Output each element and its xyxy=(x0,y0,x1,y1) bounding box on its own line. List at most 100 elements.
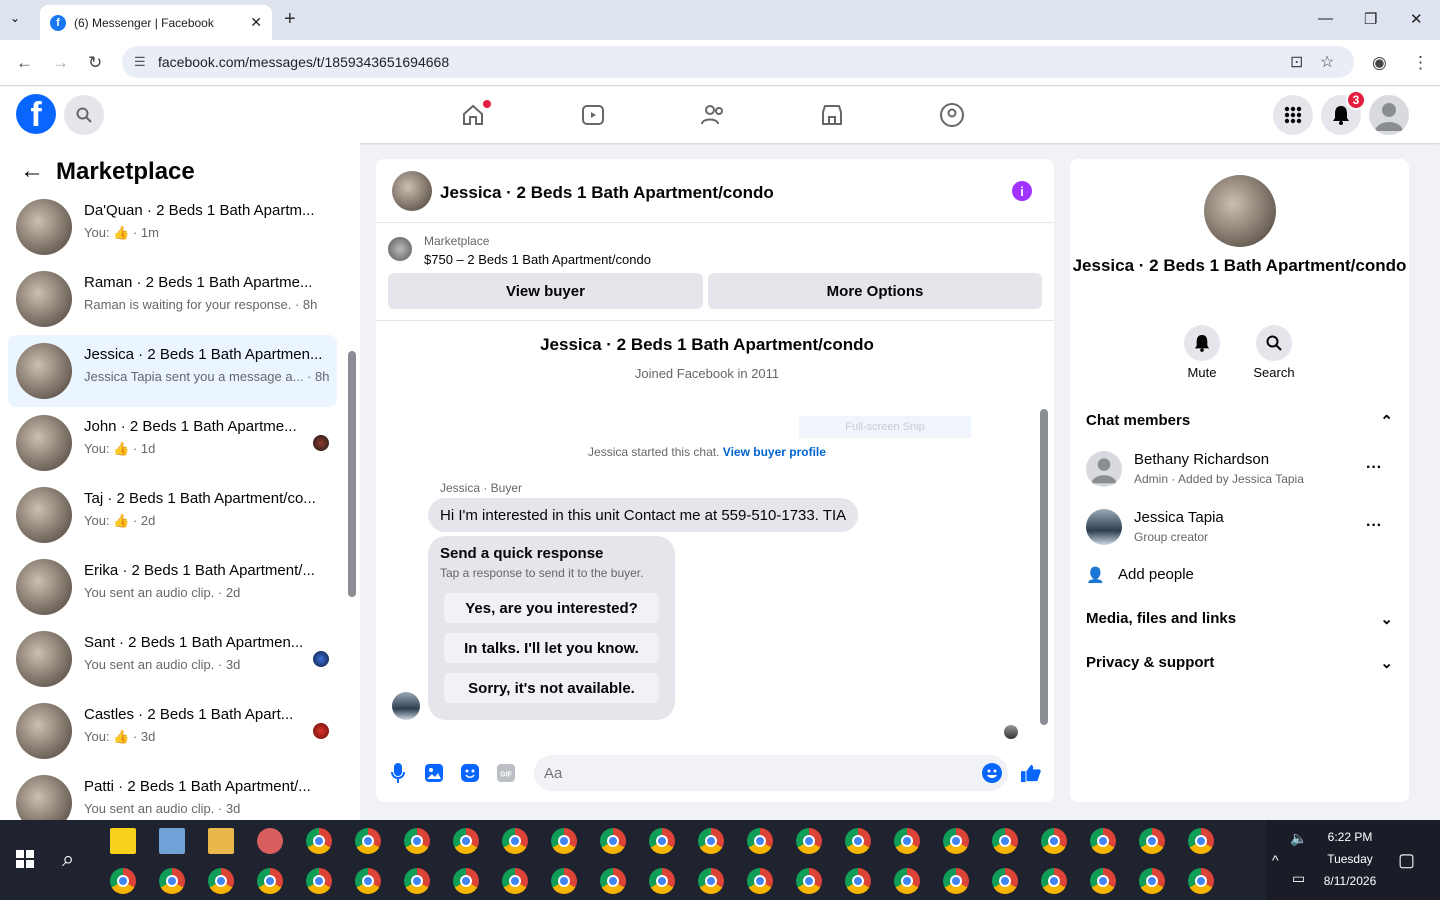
browser-menu-icon[interactable]: ⋮ xyxy=(1412,53,1429,73)
chrome-icon[interactable] xyxy=(1139,828,1165,854)
chrome-icon[interactable] xyxy=(845,868,871,894)
conversation-item-active[interactable]: Jessica · 2 Beds 1 Bath Apartmen... Jessi… xyxy=(8,335,337,407)
account-avatar[interactable] xyxy=(1369,95,1409,135)
browser-tab[interactable]: f (6) Messenger | Facebook ✕ xyxy=(40,5,272,40)
member-name[interactable]: Jessica Tapia xyxy=(1134,509,1224,526)
conversation-item[interactable]: Sant · 2 Beds 1 Bath Apartmen... You sent… xyxy=(8,623,337,695)
reload-icon[interactable]: ↻ xyxy=(88,53,102,73)
site-info-icon[interactable]: ☰ xyxy=(134,54,146,70)
paint-icon[interactable] xyxy=(257,828,283,854)
add-people-row[interactable]: 👤 Add people xyxy=(1086,566,1393,584)
message-input[interactable] xyxy=(544,764,964,782)
chrome-icon[interactable] xyxy=(404,868,430,894)
file-explorer-icon[interactable] xyxy=(208,828,234,854)
thumbs-up-icon[interactable] xyxy=(1021,763,1041,783)
install-app-icon[interactable]: ⊡ xyxy=(1290,52,1303,72)
photo-icon[interactable] xyxy=(424,763,444,783)
chrome-icon[interactable] xyxy=(502,828,528,854)
bookmark-star-icon[interactable]: ☆ xyxy=(1320,52,1334,72)
chrome-icon[interactable] xyxy=(404,828,430,854)
chrome-icon[interactable] xyxy=(551,828,577,854)
mute-button[interactable] xyxy=(1184,325,1220,361)
windows-start-icon[interactable] xyxy=(16,850,34,868)
chrome-icon[interactable] xyxy=(502,868,528,894)
chrome-icon[interactable] xyxy=(600,868,626,894)
menu-grid-icon[interactable] xyxy=(1273,95,1313,135)
chrome-icon[interactable] xyxy=(1188,868,1214,894)
video-icon[interactable] xyxy=(579,101,607,129)
chrome-icon[interactable] xyxy=(747,828,773,854)
chrome-icon[interactable] xyxy=(306,868,332,894)
view-buyer-button[interactable]: View buyer xyxy=(388,273,703,309)
tray-chevron-up-icon[interactable]: ^ xyxy=(1272,852,1279,868)
conversation-item[interactable]: John · 2 Beds 1 Bath Apartme... You: 👍 · … xyxy=(8,407,337,479)
chrome-icon[interactable] xyxy=(649,828,675,854)
conversation-item[interactable]: Taj · 2 Beds 1 Bath Apartment/co... You: … xyxy=(8,479,337,551)
new-tab-icon[interactable]: + xyxy=(284,8,296,31)
privacy-support-header[interactable]: Privacy & support ⌄ xyxy=(1086,654,1393,672)
chrome-icon[interactable] xyxy=(355,868,381,894)
conversation-list-scrollbar[interactable] xyxy=(348,351,356,597)
chrome-icon[interactable] xyxy=(453,828,479,854)
chrome-icon[interactable] xyxy=(306,828,332,854)
member-avatar[interactable] xyxy=(1086,451,1122,487)
chrome-icon[interactable] xyxy=(257,868,283,894)
groups-icon[interactable] xyxy=(938,101,966,129)
chrome-icon[interactable] xyxy=(943,828,969,854)
chat-title[interactable]: Jessica · 2 Beds 1 Bath Apartment/condo xyxy=(440,183,774,203)
conversation-item[interactable]: Da'Quan · 2 Beds 1 Bath Apartm... You: 👍 … xyxy=(8,191,337,263)
conversation-item[interactable]: Raman · 2 Beds 1 Bath Apartme... Raman is… xyxy=(8,263,337,335)
computer-icon[interactable] xyxy=(159,828,185,854)
volume-icon[interactable]: 🔈 xyxy=(1290,830,1307,847)
member-options-icon[interactable]: ··· xyxy=(1366,459,1382,477)
url-field[interactable]: ☰ facebook.com/messages/t/18593436516946… xyxy=(122,46,1354,78)
quick-reply-in-talks-button[interactable]: In talks. I'll let you know. xyxy=(444,633,659,663)
chrome-icon[interactable] xyxy=(1090,868,1116,894)
media-files-links-header[interactable]: Media, files and links ⌄ xyxy=(1086,610,1393,628)
chrome-icon[interactable] xyxy=(600,828,626,854)
member-avatar[interactable] xyxy=(1086,509,1122,545)
chrome-icon[interactable] xyxy=(1041,828,1067,854)
member-options-icon[interactable]: ··· xyxy=(1366,517,1382,535)
message-bubble[interactable]: Hi I'm interested in this unit Contact m… xyxy=(428,498,859,532)
quick-reply-interested-button[interactable]: Yes, are you interested? xyxy=(444,593,659,623)
microphone-icon[interactable] xyxy=(388,763,408,783)
info-icon[interactable]: i xyxy=(1012,181,1032,201)
back-arrow-icon[interactable]: ← xyxy=(20,157,44,185)
chrome-icon[interactable] xyxy=(747,868,773,894)
tab-search-chevron-icon[interactable]: ⌄ xyxy=(10,11,20,25)
chrome-icon[interactable] xyxy=(698,868,724,894)
chrome-icon[interactable] xyxy=(208,868,234,894)
chrome-icon[interactable] xyxy=(845,828,871,854)
clock-time[interactable]: 6:22 PM xyxy=(1320,830,1380,844)
chrome-icon[interactable] xyxy=(943,868,969,894)
conversation-item[interactable]: Castles · 2 Beds 1 Bath Apart... You: 👍 ·… xyxy=(8,695,337,767)
chrome-icon[interactable] xyxy=(1090,828,1116,854)
chat-avatar[interactable] xyxy=(392,171,432,211)
maximize-icon[interactable]: ❐ xyxy=(1364,10,1377,28)
sticker-icon[interactable] xyxy=(460,763,480,783)
emoji-icon[interactable] xyxy=(982,763,1002,783)
chrome-icon[interactable] xyxy=(355,828,381,854)
search-in-chat-button[interactable] xyxy=(1256,325,1292,361)
search-taskbar-icon[interactable]: ⌕ xyxy=(62,846,74,872)
gif-icon[interactable]: GIF xyxy=(496,763,516,783)
chrome-icon[interactable] xyxy=(698,828,724,854)
close-window-icon[interactable]: ✕ xyxy=(1410,10,1423,28)
network-icon[interactable]: ▭ xyxy=(1292,870,1305,887)
chrome-icon[interactable] xyxy=(894,868,920,894)
chrome-icon[interactable] xyxy=(992,868,1018,894)
forward-icon[interactable]: → xyxy=(52,53,69,73)
sticky-notes-icon[interactable] xyxy=(110,828,136,854)
chrome-icon[interactable] xyxy=(159,868,185,894)
minimize-icon[interactable]: — xyxy=(1318,10,1333,27)
chrome-icon[interactable] xyxy=(796,868,822,894)
conversation-item[interactable]: Erika · 2 Beds 1 Bath Apartment/... You s… xyxy=(8,551,337,623)
thread-scrollbar[interactable] xyxy=(1040,409,1048,725)
friends-icon[interactable] xyxy=(699,101,727,129)
marketplace-icon[interactable] xyxy=(818,101,846,129)
member-name[interactable]: Bethany Richardson xyxy=(1134,451,1269,468)
chrome-icon[interactable] xyxy=(1139,868,1165,894)
search-icon[interactable] xyxy=(64,95,104,135)
quick-reply-unavailable-button[interactable]: Sorry, it's not available. xyxy=(444,673,659,703)
